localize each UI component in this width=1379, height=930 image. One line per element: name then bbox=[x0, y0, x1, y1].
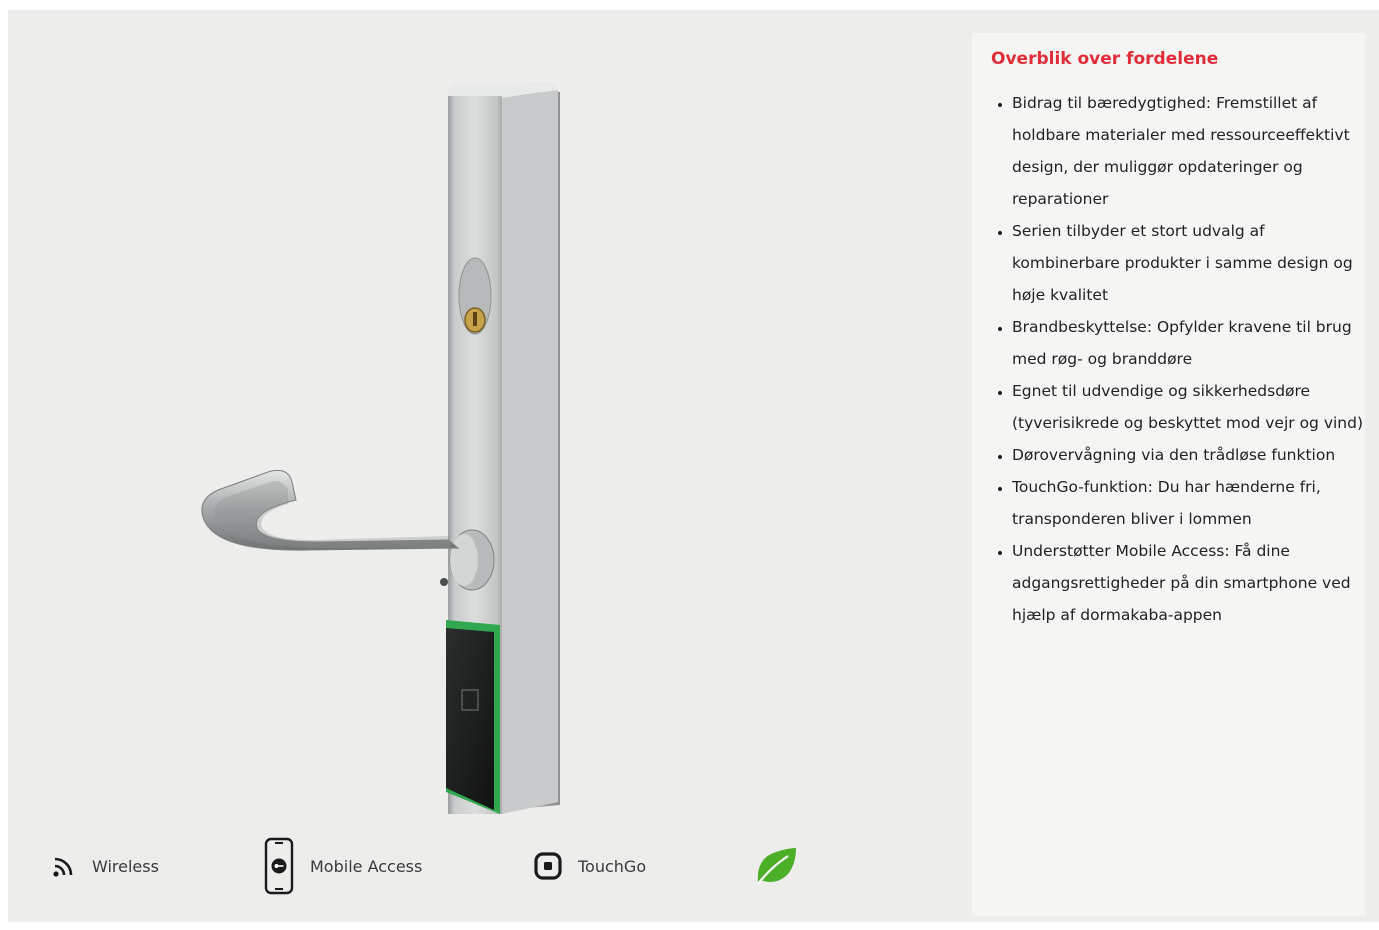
wireless-label: Wireless bbox=[92, 856, 159, 876]
touchgo-icon bbox=[534, 852, 562, 880]
touchgo-label: TouchGo bbox=[578, 856, 647, 876]
feature-wireless: Wireless bbox=[52, 836, 159, 896]
mobile-access-label: Mobile Access bbox=[310, 856, 423, 876]
door-handle-product-image bbox=[201, 82, 560, 814]
benefit-item: TouchGo-funktion: Du har hænderne fri, t… bbox=[1012, 471, 1372, 535]
leaf-icon bbox=[757, 848, 796, 885]
benefits-title: Overblik over fordelene bbox=[991, 49, 1219, 69]
feature-sustainability bbox=[754, 836, 798, 896]
feature-touchgo: TouchGo bbox=[534, 836, 646, 896]
benefit-item: Brandbeskyttelse: Opfylder kravene til b… bbox=[1012, 311, 1372, 375]
benefit-item: Egnet til udvendige og sikkerhedsdøre (t… bbox=[1012, 375, 1372, 439]
benefit-item: Bidrag til bæredygtighed: Fremstillet af… bbox=[1012, 87, 1372, 215]
smartphone-key-icon bbox=[264, 837, 294, 895]
benefits-list: Bidrag til bæredygtighed: Fremstillet af… bbox=[990, 87, 1372, 631]
wireless-icon bbox=[53, 857, 73, 877]
feature-bar: Wireless Mobile Access TouchGo bbox=[52, 836, 852, 896]
benefit-item: Dørovervågning via den trådløse funktion bbox=[1012, 439, 1372, 471]
benefit-item: Serien tilbyder et stort udvalg af kombi… bbox=[1012, 215, 1372, 311]
benefit-item: Understøtter Mobile Access: Få dine adga… bbox=[1012, 535, 1372, 631]
feature-mobile-access: Mobile Access bbox=[264, 836, 422, 896]
benefits-card: Overblik over fordelene Bidrag til bæred… bbox=[972, 33, 1365, 916]
